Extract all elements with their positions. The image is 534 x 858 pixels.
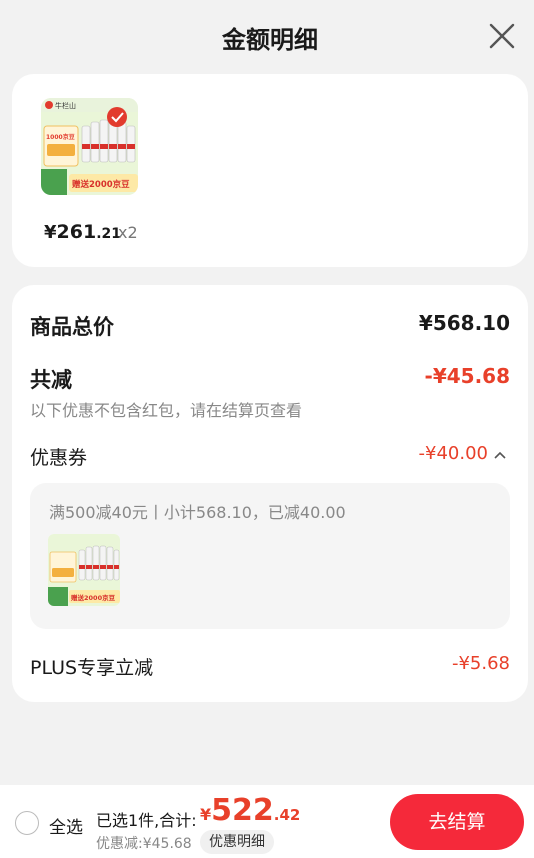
total-price: ¥522.42 [200,793,300,828]
product-card: 牛栏山 1000京豆 赠送2000京豆 ¥261.21 x2 [12,74,528,267]
product-quantity: x2 [118,223,138,242]
product-price-yen: ¥ [44,222,57,243]
reduction-note: 以下优惠不包含红包，请在结算页查看 [30,401,303,420]
select-all-label[interactable]: 全选 [49,813,83,838]
total-price-dec: .42 [273,806,301,824]
discount-detail-button[interactable]: 优惠明细 [200,830,274,854]
close-icon[interactable] [488,22,516,50]
amount-detail-card: 商品总价 ¥568.10 共减 -¥45.68 以下优惠不包含红包，请在结算页查… [12,285,528,702]
checkout-button[interactable]: 去结算 [390,794,524,850]
checkout-bar: 全选 已选1件,合计: ¥522.42 优惠减:¥45.68 优惠明细 去结算 [0,785,534,858]
coupon-detail-box: 满500减40元丨小计568.10，已减40.00 赠送2000京豆 [30,483,510,629]
product-image-badge: 1000京豆 [46,133,75,141]
product-image-brand: 牛栏山 [55,101,76,110]
coupon-label: 优惠券 [30,447,88,469]
reduction-value: -¥45.68 [424,364,510,388]
goods-total-row: 商品总价 ¥568.10 [30,311,510,341]
coupon-product-image: 赠送2000京豆 [48,534,120,606]
total-price-int: 522 [211,793,274,828]
header: 金额明细 [0,0,534,74]
reduction-label: 共减 [30,368,72,392]
coupon-value: -¥40.00 [418,443,488,464]
coupon-detail-text: 满500减40元丨小计568.10，已减40.00 [49,503,346,522]
selected-count-text: 已选1件,合计: [96,811,197,830]
total-price-yen: ¥ [200,805,212,824]
plus-label: PLUS专享立减 [30,657,154,679]
plus-value: -¥5.68 [451,653,510,674]
chevron-up-icon[interactable] [494,451,506,459]
coupon-image-caption: 赠送2000京豆 [71,593,116,602]
goods-total-value: ¥568.10 [418,311,510,335]
product-image[interactable]: 牛栏山 1000京豆 赠送2000京豆 [41,98,138,195]
page-title: 金额明细 [222,26,318,54]
coupon-row[interactable]: 优惠券 -¥40.00 [30,443,510,470]
reduction-row: 共减 -¥45.68 [30,364,510,394]
goods-total-label: 商品总价 [30,315,114,339]
plus-row: PLUS专享立减 -¥5.68 [30,653,510,680]
product-image-caption: 赠送2000京豆 [72,179,130,190]
radio-unchecked-icon[interactable] [15,811,39,835]
product-price-int: 261 [56,221,97,243]
discount-text: 优惠减:¥45.68 [96,836,192,852]
product-price: ¥261.21 [44,221,121,243]
